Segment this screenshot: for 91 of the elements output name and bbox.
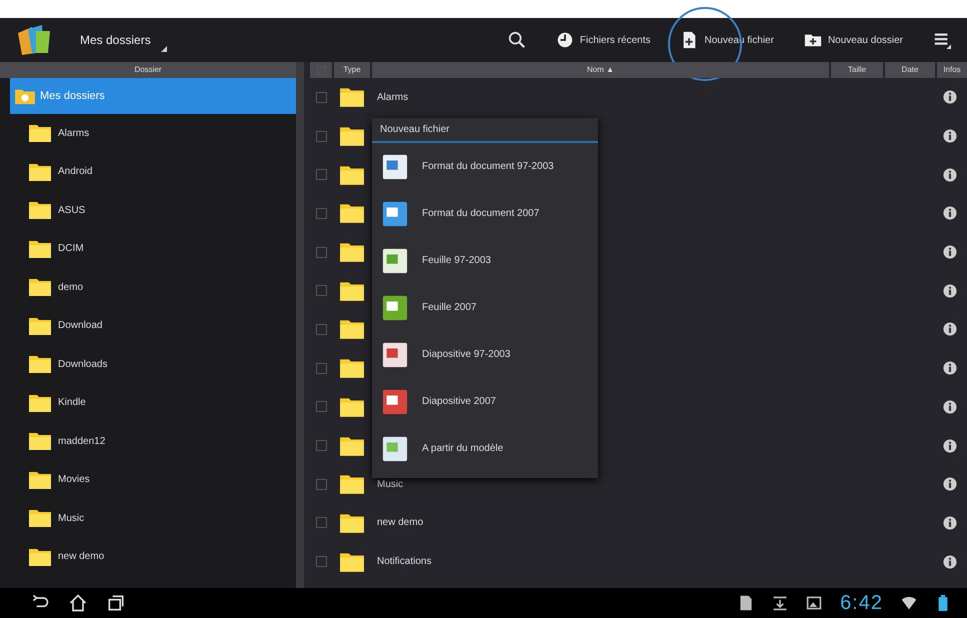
- menu-item[interactable]: Format du document 97-2003: [372, 143, 598, 190]
- sidebar-item[interactable]: Movies: [10, 460, 296, 499]
- file-name[interactable]: Music: [377, 478, 404, 490]
- menu-item[interactable]: Feuille 2007: [372, 284, 598, 331]
- new-folder-button[interactable]: Nouveau dossier: [798, 27, 909, 53]
- folder-icon: [28, 200, 52, 220]
- sidebar-item[interactable]: demo: [10, 268, 296, 306]
- document-icon: [382, 248, 408, 274]
- row-checkbox[interactable]: [316, 324, 327, 335]
- menu-item[interactable]: Diapositive 97-2003: [372, 331, 598, 378]
- sidebar-item[interactable]: Download: [10, 306, 296, 345]
- sidebar-item[interactable]: madden12: [10, 422, 296, 460]
- folder-icon: [28, 316, 52, 336]
- folder-icon: [28, 238, 52, 259]
- sidebar-item[interactable]: Android: [10, 152, 296, 191]
- folder-icon: [28, 431, 52, 452]
- document-icon: [382, 388, 408, 414]
- sidebar-item[interactable]: Alarms: [10, 114, 296, 152]
- row-checkbox[interactable]: [316, 401, 327, 412]
- column-header[interactable]: Type: [334, 62, 370, 78]
- menu-title: Nouveau fichier: [372, 118, 598, 143]
- document-icon: [382, 200, 408, 226]
- row-checkbox[interactable]: [316, 556, 327, 568]
- row-checkbox[interactable]: [316, 517, 327, 528]
- row-checkbox[interactable]: [316, 208, 327, 219]
- menu-item[interactable]: A partir du modèle: [372, 425, 598, 472]
- row-checkbox[interactable]: [316, 440, 327, 452]
- document-icon: [382, 154, 408, 180]
- folder-icon: [28, 123, 52, 144]
- row-checkbox[interactable]: [316, 362, 327, 374]
- row-checkbox[interactable]: [316, 130, 327, 142]
- sidebar-item[interactable]: ASUS: [10, 191, 296, 230]
- wifi-icon: [901, 595, 917, 611]
- row-checkbox[interactable]: [316, 246, 327, 258]
- column-header[interactable]: Nom ▲: [372, 62, 829, 78]
- folder-icon: [28, 470, 52, 490]
- recent-files-button[interactable]: Fichiers récents: [550, 27, 656, 53]
- row-checkbox[interactable]: [316, 92, 327, 103]
- info-icon[interactable]: [943, 477, 957, 492]
- info-icon[interactable]: [943, 438, 957, 453]
- home-icon[interactable]: [68, 593, 88, 613]
- info-icon[interactable]: [943, 245, 957, 260]
- info-icon[interactable]: [943, 400, 957, 414]
- file-name[interactable]: Notifications: [377, 556, 432, 568]
- clock-time: 6:42: [840, 592, 883, 614]
- sidebar-item[interactable]: Downloads: [10, 345, 296, 384]
- info-icon[interactable]: [943, 206, 957, 220]
- column-header[interactable]: Date: [885, 62, 935, 78]
- row-checkbox[interactable]: [316, 169, 327, 180]
- sidebar-item[interactable]: DCIM: [10, 230, 296, 268]
- row-checkbox[interactable]: [316, 285, 327, 296]
- document-icon: [382, 294, 408, 320]
- folder-icon: [28, 354, 52, 374]
- file-name[interactable]: Alarms: [377, 92, 408, 103]
- row-checkbox[interactable]: [316, 478, 327, 490]
- folder-icon: [28, 162, 52, 182]
- folder-icon: [28, 277, 52, 298]
- download-icon: [772, 595, 788, 611]
- template-icon: [382, 436, 408, 462]
- menu-icon: [933, 31, 951, 49]
- document-icon: [382, 342, 408, 368]
- folder-icon: [28, 508, 52, 528]
- folder-icon: [28, 392, 52, 413]
- info-icon[interactable]: [943, 284, 957, 298]
- clock-icon: [556, 31, 574, 49]
- sidebar-item[interactable]: Music: [10, 499, 296, 538]
- column-header[interactable]: Infos: [937, 62, 967, 78]
- info-icon[interactable]: [943, 168, 957, 182]
- search-icon: [508, 31, 526, 49]
- menu-item[interactable]: Feuille 97-2003: [372, 237, 598, 284]
- info-icon[interactable]: [943, 361, 957, 376]
- folder-icon: [28, 546, 52, 567]
- menu-item[interactable]: Format du document 2007: [372, 190, 598, 237]
- info-icon[interactable]: [943, 90, 957, 104]
- folder-icon: [14, 87, 36, 105]
- column-header[interactable]: Taille: [831, 62, 883, 78]
- info-icon[interactable]: [943, 322, 957, 336]
- image-icon: [806, 595, 822, 611]
- menu-item[interactable]: Diapositive 2007: [372, 378, 598, 425]
- document-icon: [738, 595, 754, 611]
- recent-apps-icon[interactable]: [106, 593, 126, 613]
- info-icon[interactable]: [943, 129, 957, 144]
- sidebar-item[interactable]: Mes dossiers: [10, 78, 296, 114]
- dropdown-corner-icon: [160, 46, 167, 52]
- folder-title[interactable]: Mes dossiers: [80, 33, 151, 47]
- column-header: Dossier: [0, 62, 296, 78]
- info-icon[interactable]: [943, 554, 957, 569]
- info-icon[interactable]: [943, 516, 957, 530]
- file-name[interactable]: new demo: [377, 517, 424, 528]
- sidebar-item[interactable]: Kindle: [10, 384, 296, 422]
- sidebar-item[interactable]: new demo: [10, 538, 296, 576]
